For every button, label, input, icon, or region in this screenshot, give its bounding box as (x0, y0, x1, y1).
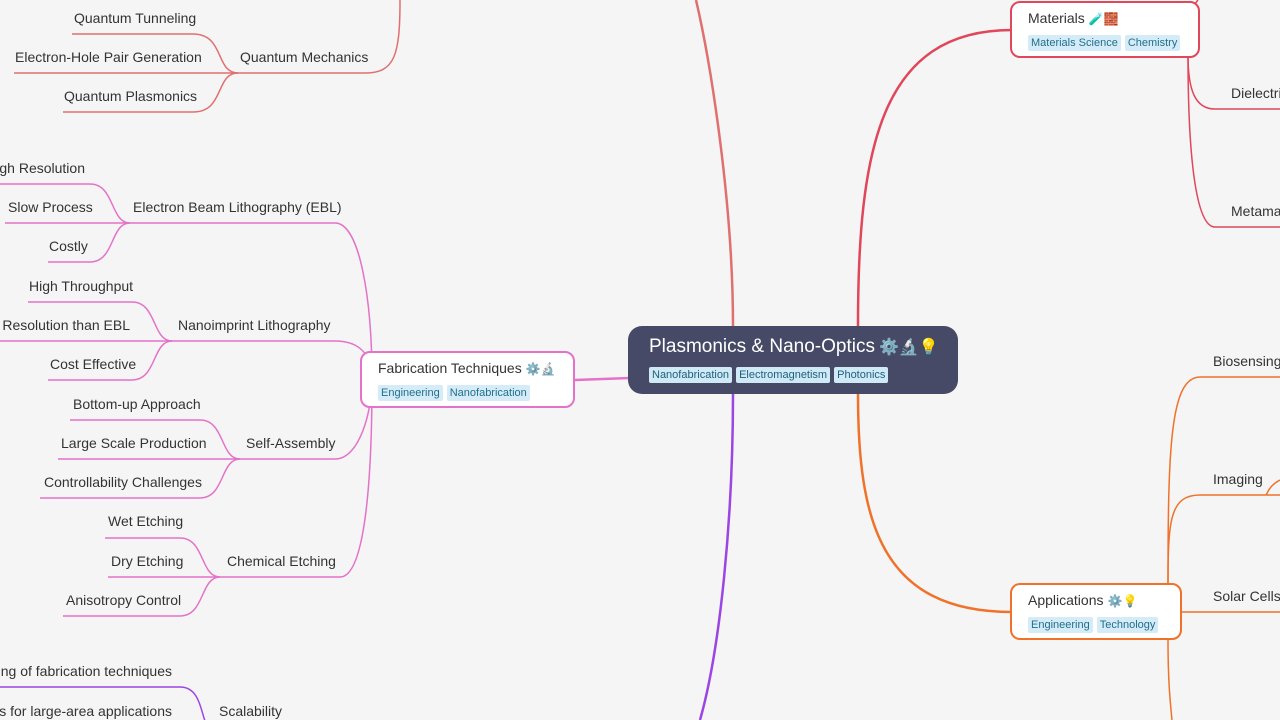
topic-chemical-etching[interactable]: Chemical Etching (227, 553, 336, 570)
leaf-dry-etching[interactable]: Dry Etching (111, 553, 183, 570)
tag-materials-science: Materials Science (1028, 35, 1121, 51)
leaf-costly[interactable]: Costly (49, 238, 88, 255)
topic-electron-beam-lithography[interactable]: Electron Beam Lithography (EBL) (133, 199, 342, 216)
topic-quantum-mechanics[interactable]: Quantum Mechanics (240, 49, 368, 66)
tag-technology: Technology (1096, 617, 1159, 633)
leaf-bottom-up-approach[interactable]: Bottom-up Approach (73, 396, 201, 413)
edge-root-materials (856, 28, 1013, 327)
leaf-quantum-tunneling[interactable]: Quantum Tunneling (74, 10, 196, 27)
tag-engineering: Engineering (378, 385, 443, 401)
leaf-metamaterials[interactable]: Metamaterials (1231, 203, 1280, 220)
applications-title: Applications ⚙️💡 (1028, 591, 1164, 610)
root-title: Plasmonics & Nano-Optics ⚙️🔬💡 (649, 336, 958, 359)
applications-tags: Engineering Technology (1028, 615, 1164, 633)
edge-root-fabrication (574, 376, 631, 382)
fabrication-title: Fabrication Techniques ⚙️🔬 (378, 359, 557, 378)
tag-chemistry: Chemistry (1124, 35, 1181, 51)
leaf-needs-for-large-area-applications[interactable]: Needs for large-area applications (0, 703, 172, 720)
root-tags: Nanofabrication Electromagnetism Photonics (649, 365, 958, 383)
leaf-high-resolution[interactable]: High Resolution (0, 160, 85, 177)
tag-photonics: Photonics (834, 367, 889, 383)
materials-title: Materials 🧪🧱 (1028, 9, 1182, 28)
materials-tags: Materials Science Chemistry (1028, 33, 1182, 51)
topic-scalability[interactable]: Scalability (219, 703, 282, 720)
fabrication-title-text: Fabrication Techniques (378, 360, 522, 376)
leaf-high-throughput[interactable]: High Throughput (29, 278, 133, 295)
leaf-controllability-challenges[interactable]: Controllability Challenges (44, 474, 202, 491)
leaf-cost-effective[interactable]: Cost Effective (50, 356, 136, 373)
root-node[interactable]: Plasmonics & Nano-Optics ⚙️🔬💡 Nanofabrica… (628, 326, 958, 394)
leaf-slow-process[interactable]: Slow Process (8, 199, 93, 216)
applications-emoji-icons: ⚙️💡 (1107, 594, 1138, 608)
tag-nanofabrication: Nanofabrication (649, 367, 733, 383)
tag-nanofabrication: Nanofabrication (446, 385, 530, 401)
node-materials[interactable]: Materials 🧪🧱 Materials Science Chemistry (1010, 1, 1200, 58)
materials-title-text: Materials (1028, 10, 1085, 26)
applications-title-text: Applications (1028, 592, 1104, 608)
tag-engineering: Engineering (1028, 617, 1093, 633)
leaf-wet-etching[interactable]: Wet Etching (108, 513, 183, 530)
fabrication-emoji-icons: ⚙️🔬 (525, 362, 556, 376)
node-fabrication-techniques[interactable]: Fabrication Techniques ⚙️🔬 Engineering Nan… (360, 351, 575, 408)
leaf-anisotropy-control[interactable]: Anisotropy Control (66, 592, 181, 609)
leaf-dielectrics[interactable]: Dielectrics (1231, 85, 1280, 102)
leaf-biosensing[interactable]: Biosensing (1213, 353, 1280, 370)
edge-root-quantum (694, 0, 735, 327)
leaf-imaging[interactable]: Imaging (1213, 471, 1263, 488)
root-emoji-icons: ⚙️🔬💡 (878, 339, 939, 356)
leaf-solar-cells[interactable]: Solar Cells (1213, 588, 1280, 605)
edge-root-scalability (698, 393, 735, 720)
leaf-lower-resolution-than-ebl[interactable]: Lower Resolution than EBL (0, 317, 130, 334)
leaf-electron-hole-pair-generation[interactable]: Electron-Hole Pair Generation (15, 49, 202, 66)
topic-nanoimprint-lithography[interactable]: Nanoimprint Lithography (178, 317, 331, 334)
topic-self-assembly[interactable]: Self-Assembly (246, 435, 335, 452)
tag-electromagnetism: Electromagnetism (736, 367, 831, 383)
root-title-text: Plasmonics & Nano-Optics (649, 336, 875, 357)
leaf-quantum-plasmonics[interactable]: Quantum Plasmonics (64, 88, 197, 105)
edge-root-applications (856, 393, 1013, 614)
leaf-scaling-of-fabrication-techniques[interactable]: Scaling of fabrication techniques (0, 663, 172, 680)
leaf-large-scale-production[interactable]: Large Scale Production (61, 435, 207, 452)
fabrication-tags: Engineering Nanofabrication (378, 383, 557, 401)
node-applications[interactable]: Applications ⚙️💡 Engineering Technology (1010, 583, 1182, 640)
materials-emoji-icons: 🧪🧱 (1088, 12, 1119, 26)
